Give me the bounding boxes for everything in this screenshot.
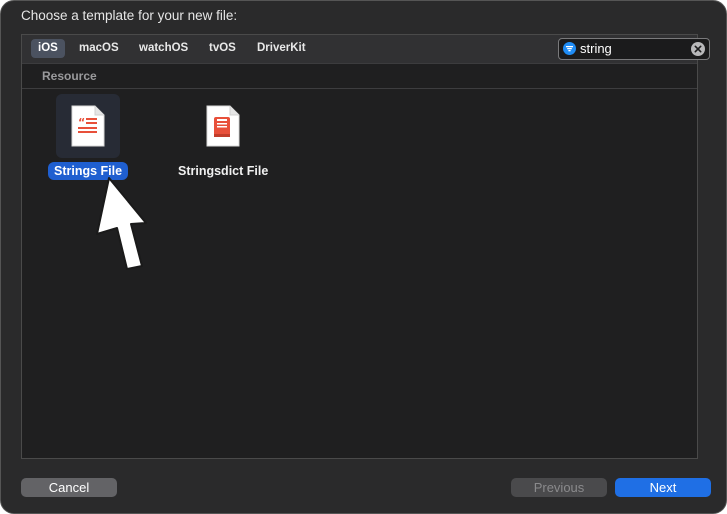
search-input[interactable]: string xyxy=(580,41,612,56)
cancel-button[interactable]: Cancel xyxy=(21,478,117,497)
search-field[interactable]: string xyxy=(558,38,710,60)
pointer-arrow-icon xyxy=(96,177,147,270)
dialog-title: Choose a template for your new file: xyxy=(21,8,238,23)
tab-ios[interactable]: iOS xyxy=(31,39,65,58)
next-button[interactable]: Next xyxy=(615,478,711,497)
template-chooser-dialog: Choose a template for your new file: iOS… xyxy=(0,0,727,514)
filter-icon[interactable] xyxy=(563,42,576,55)
tab-tvos[interactable]: tvOS xyxy=(202,39,243,58)
stringsdict-file-icon xyxy=(206,105,240,147)
clear-icon[interactable] xyxy=(691,42,705,56)
previous-button[interactable]: Previous xyxy=(511,478,607,497)
strings-file-icon: “ xyxy=(71,105,105,147)
template-label-stringsdict-file[interactable]: Stringsdict File xyxy=(178,164,268,178)
tab-watchos[interactable]: watchOS xyxy=(132,39,195,58)
tab-macos[interactable]: macOS xyxy=(72,39,126,58)
section-header-resource: Resource xyxy=(42,69,97,83)
platform-tab-bar: iOS macOS watchOS tvOS DriverKit string xyxy=(22,35,710,64)
section-divider xyxy=(22,88,697,89)
tab-driverkit[interactable]: DriverKit xyxy=(250,39,313,58)
